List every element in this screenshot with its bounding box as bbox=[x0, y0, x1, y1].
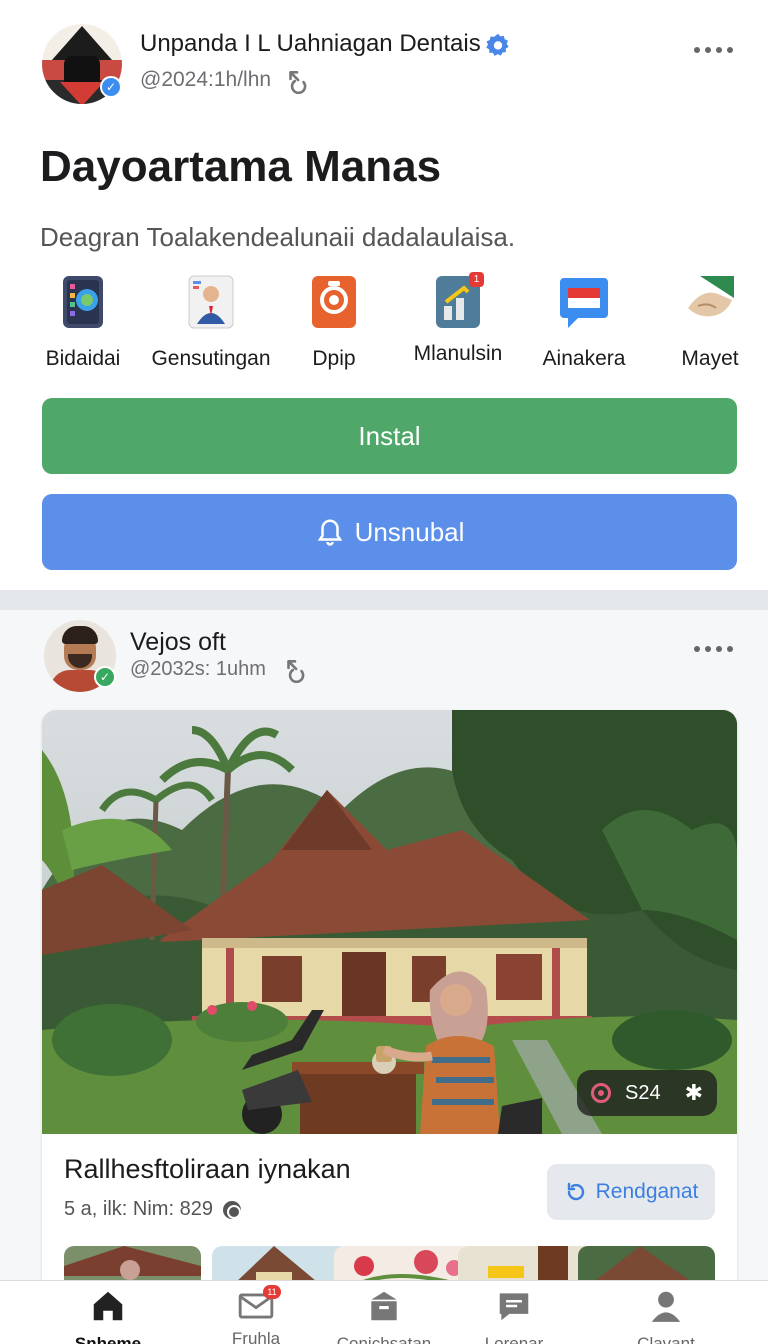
scarf-shape bbox=[60, 82, 104, 104]
card-meta: 5 a, ilk: Nim: 829 bbox=[64, 1198, 241, 1221]
author-name[interactable]: Vejos oft bbox=[130, 628, 226, 657]
nav-label: Fruhla bbox=[231, 1329, 281, 1344]
feed-divider bbox=[0, 590, 768, 610]
chat-icon bbox=[499, 1293, 529, 1321]
nav-item-home[interactable]: Snheme bbox=[48, 1281, 168, 1344]
nav-label: Snheme bbox=[74, 1334, 142, 1344]
app-item-bidaidai[interactable]: Bidaidai bbox=[44, 272, 122, 371]
card-meta-text: 5 a, ilk: Nim: 829 bbox=[64, 1198, 213, 1220]
author-handle: @2024:1h/lhn bbox=[140, 68, 272, 91]
app-label: Mlanulsin bbox=[413, 342, 503, 365]
nav-item-mail[interactable]: 11 Fruhla bbox=[196, 1281, 316, 1344]
app-item-ainakera[interactable]: Ainakera bbox=[540, 272, 628, 371]
post-card[interactable]: S24 ✱ Rallhesftoliraan iynakan 5 a, ilk:… bbox=[42, 710, 737, 1310]
reaction-count: S24 bbox=[625, 1081, 661, 1104]
chart-app-icon: 1 bbox=[434, 272, 484, 330]
repost-icon[interactable] bbox=[284, 68, 310, 94]
reaction-ring-icon bbox=[591, 1083, 611, 1103]
app-label: Mayet bbox=[681, 347, 739, 370]
app-shortcut-row: Bidaidai Gensutingan Dpip 1 Mlanulsin Ai… bbox=[0, 272, 768, 372]
refresh-icon bbox=[567, 1182, 584, 1201]
author-handle: @2032s: 1uhm bbox=[130, 658, 266, 680]
app-label: Dpip bbox=[312, 347, 356, 370]
tablet-app-icon bbox=[63, 276, 103, 328]
install-button-label: Instal bbox=[358, 420, 421, 451]
verified-badge-icon: ✓ bbox=[94, 666, 116, 688]
reaction-stats[interactable]: S24 ✱ bbox=[577, 1070, 717, 1116]
notification-badge: 11 bbox=[263, 1285, 281, 1299]
more-options-icon[interactable] bbox=[694, 47, 733, 53]
bell-icon bbox=[317, 519, 342, 546]
handshake-icon bbox=[688, 276, 734, 317]
nav-item-archive[interactable]: Conichsatan bbox=[324, 1281, 444, 1344]
bottom-navigation: Snheme 11 Fruhla Conichsatan Lorenar Cla… bbox=[0, 1280, 768, 1344]
nav-item-profile[interactable]: Clavant bbox=[606, 1281, 726, 1344]
app-label: Bidaidai bbox=[45, 347, 121, 370]
sparkle-icon: ✱ bbox=[684, 1080, 703, 1105]
flag-chat-icon bbox=[560, 278, 608, 328]
verified-badge-icon: ✓ bbox=[100, 76, 122, 98]
nav-label: Conichsatan bbox=[336, 1334, 432, 1344]
post-app-feature: ✓ Unpanda I L Uahniagan Dentais @2024:1h… bbox=[0, 0, 768, 590]
profile-icon bbox=[651, 1291, 681, 1322]
app-item-dpip[interactable]: Dpip bbox=[296, 272, 372, 371]
app-item-mayet[interactable]: Mayet bbox=[678, 272, 742, 371]
notification-badge: 1 bbox=[469, 272, 484, 287]
camera-app-icon bbox=[312, 276, 356, 328]
person-card-icon bbox=[188, 275, 234, 329]
home-icon bbox=[93, 1291, 123, 1321]
rendganat-button[interactable]: Rendganat bbox=[547, 1164, 715, 1220]
post-title: Dayoartama Manas bbox=[40, 142, 442, 191]
app-label: Ainakera bbox=[542, 347, 626, 370]
nav-item-chat[interactable]: Lorenar bbox=[454, 1281, 574, 1344]
post-description: Deagran Toalakendealunaii dadalaulaisa. bbox=[40, 222, 516, 252]
nav-label: Clavant bbox=[637, 1334, 695, 1344]
repost-icon[interactable] bbox=[282, 657, 308, 683]
hat-shape bbox=[52, 26, 112, 60]
nav-label: Lorenar bbox=[484, 1334, 544, 1344]
app-item-gensutingan[interactable]: Gensutingan bbox=[150, 272, 272, 371]
unsubscribe-button-label: Unsnubal bbox=[354, 516, 465, 547]
unsubscribe-button[interactable]: Unsnubal bbox=[42, 494, 737, 570]
mail-icon: 11 bbox=[237, 1285, 281, 1325]
post-photo: ✓ Vejos oft @2032s: 1uhm S24 ✱ Rallhesft… bbox=[0, 610, 768, 1310]
gear-icon bbox=[486, 33, 509, 56]
app-item-mlanulsin[interactable]: 1 Mlanulsin bbox=[412, 272, 504, 366]
more-options-icon[interactable] bbox=[694, 646, 733, 652]
rendganat-button-label: Rendganat bbox=[595, 1180, 699, 1203]
install-button[interactable]: Instal bbox=[42, 398, 737, 474]
card-title: Rallhesftoliraan iynakan bbox=[64, 1154, 351, 1184]
archive-icon bbox=[371, 1291, 397, 1321]
app-label: Gensutingan bbox=[151, 347, 271, 370]
globe-icon bbox=[222, 1200, 241, 1219]
author-name[interactable]: Unpanda I L Uahniagan Dentais bbox=[140, 30, 481, 58]
